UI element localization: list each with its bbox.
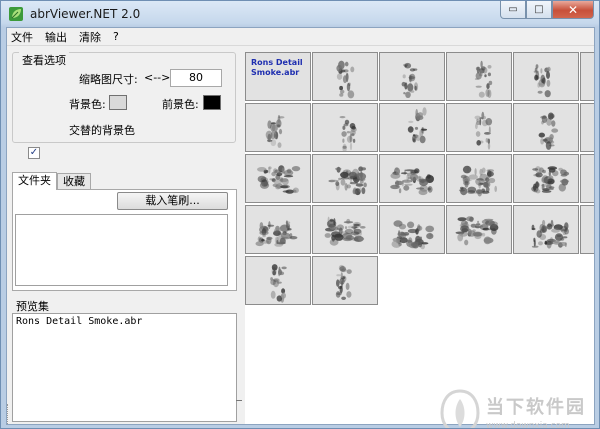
menu-file[interactable]: 文件	[7, 29, 39, 45]
brush-thumbnail[interactable]	[379, 103, 445, 152]
window-controls: ▭ □ ✕	[500, 1, 594, 19]
preview-list-item[interactable]: Rons Detail Smoke.abr	[16, 316, 142, 327]
smoke-brush-preview	[336, 60, 355, 99]
brush-thumbnail[interactable]: Rons Detail Smoke.abr	[245, 52, 311, 101]
foreground-label: 前景色:	[162, 98, 199, 111]
smoke-brush-preview	[401, 62, 419, 98]
brush-thumbnail[interactable]	[312, 154, 378, 203]
close-icon: ✕	[567, 2, 579, 17]
thumb-size-input[interactable]: 80	[170, 69, 222, 87]
alternate-bg-checkbox[interactable]: ✓	[28, 147, 40, 159]
preview-set-list[interactable]: Rons Detail Smoke.abr	[12, 313, 237, 422]
maximize-button[interactable]: □	[526, 1, 552, 19]
brush-thumbnail[interactable]	[513, 103, 579, 152]
smoke-brush-preview	[391, 220, 435, 250]
view-options-title: 查看选项	[19, 52, 69, 68]
brush-thumbnail[interactable]	[245, 154, 311, 203]
brush-thumbnail[interactable]	[312, 52, 378, 101]
menu-export[interactable]: 输出	[39, 29, 73, 45]
brush-thumbnail[interactable]	[513, 154, 579, 203]
tab-folder[interactable]: 文件夹	[12, 172, 57, 190]
smoke-brush-preview	[474, 111, 493, 150]
menu-bar: 文件 输出 清除 ?	[7, 28, 594, 46]
folder-list[interactable]	[15, 214, 228, 286]
load-brushes-button[interactable]: 载入笔刷...	[117, 192, 228, 210]
title-bar[interactable]: abrViewer.NET 2.0 ▭ □ ✕	[1, 1, 599, 26]
app-window: abrViewer.NET 2.0 ▭ □ ✕ 文件 输出 清除 ? 查看选项 …	[0, 0, 600, 429]
smoke-brush-preview	[474, 60, 493, 98]
smoke-brush-preview	[328, 166, 367, 196]
app-leaf-icon	[9, 6, 23, 21]
smoke-brush-preview	[324, 216, 366, 246]
smoke-brush-preview	[581, 53, 594, 101]
brush-thumbnail[interactable]	[446, 154, 512, 203]
brush-thumbnail[interactable]	[379, 205, 445, 254]
tab-favorites[interactable]: 收藏	[57, 173, 91, 190]
smoke-brush-preview	[531, 166, 570, 194]
brush-thumbnail-grid: Rons Detail Smoke.abr	[245, 52, 594, 424]
close-button[interactable]: ✕	[552, 1, 594, 19]
thumb-size-label: 缩略图尺寸:	[79, 73, 138, 86]
background-color-swatch[interactable]	[109, 95, 127, 110]
brush-thumbnail[interactable]	[312, 205, 378, 254]
brush-thumbnail[interactable]	[245, 205, 311, 254]
watermark-url: www.downxia.com	[486, 420, 570, 429]
brush-thumbnail[interactable]	[312, 256, 378, 305]
brush-thumbnail[interactable]	[446, 52, 512, 101]
brush-thumbnail[interactable]	[513, 52, 579, 101]
smoke-brush-preview	[390, 167, 434, 196]
brush-thumbnail[interactable]	[446, 205, 512, 254]
thumb-size-arrows: <-->	[144, 71, 171, 84]
smoke-brush-preview	[581, 206, 594, 254]
smoke-brush-preview	[538, 112, 559, 150]
brush-thumbnail[interactable]	[245, 103, 311, 152]
background-label: 背景色:	[69, 98, 106, 111]
smoke-brush-preview	[265, 114, 285, 148]
menu-help[interactable]: ?	[107, 30, 125, 43]
watermark-text: 当下软件园	[486, 396, 586, 418]
smoke-brush-preview	[581, 104, 594, 152]
folder-tab-panel: 载入笔刷...	[12, 189, 237, 291]
smoke-brush-preview	[458, 165, 497, 197]
check-mark-icon: ✓	[29, 147, 39, 158]
smoke-brush-preview	[533, 64, 551, 98]
preview-set-label: 预览集	[16, 300, 49, 313]
brush-thumbnail[interactable]	[379, 154, 445, 203]
minimize-button[interactable]: ▭	[500, 1, 526, 19]
tab-strip: 文件夹 收藏	[12, 172, 91, 190]
smoke-brush-preview	[335, 264, 352, 300]
maximize-icon: □	[534, 4, 544, 15]
splitter-mark	[236, 400, 242, 401]
brush-thumbnail[interactable]	[446, 103, 512, 152]
minimize-icon: ▭	[508, 4, 518, 15]
client-area: 文件 输出 清除 ? 查看选项 缩略图尺寸: <--> 80 背景色: 前景色:…	[6, 27, 595, 428]
brush-thumbnail[interactable]	[379, 52, 445, 101]
alternate-bg-label: 交替的背景色	[69, 124, 135, 137]
smoke-brush-preview	[581, 155, 594, 203]
menu-clear[interactable]: 清除	[73, 29, 107, 45]
smoke-brush-preview	[257, 165, 301, 194]
smoke-brush-preview	[531, 219, 569, 249]
brush-thumbnail[interactable]	[580, 103, 594, 152]
brush-thumbnail[interactable]	[580, 52, 594, 101]
resize-grip[interactable]	[7, 404, 10, 424]
smoke-brush-preview	[407, 107, 428, 144]
brush-thumbnail[interactable]	[312, 103, 378, 152]
brush-thumbnail[interactable]	[245, 256, 311, 305]
brush-thumbnail[interactable]	[580, 205, 594, 254]
smoke-brush-preview	[255, 220, 298, 247]
window-title: abrViewer.NET 2.0	[30, 6, 141, 21]
brush-thumbnail[interactable]	[580, 154, 594, 203]
smoke-brush-preview	[339, 116, 357, 151]
foreground-color-swatch[interactable]	[203, 95, 221, 110]
watermark-logo-icon	[440, 388, 480, 428]
smoke-brush-preview	[455, 216, 499, 246]
brush-thumbnail[interactable]	[513, 205, 579, 254]
watermark: 当下软件园 www.downxia.com	[440, 384, 590, 429]
smoke-brush-preview	[270, 264, 287, 303]
brush-file-label: Rons Detail Smoke.abr	[251, 58, 303, 77]
